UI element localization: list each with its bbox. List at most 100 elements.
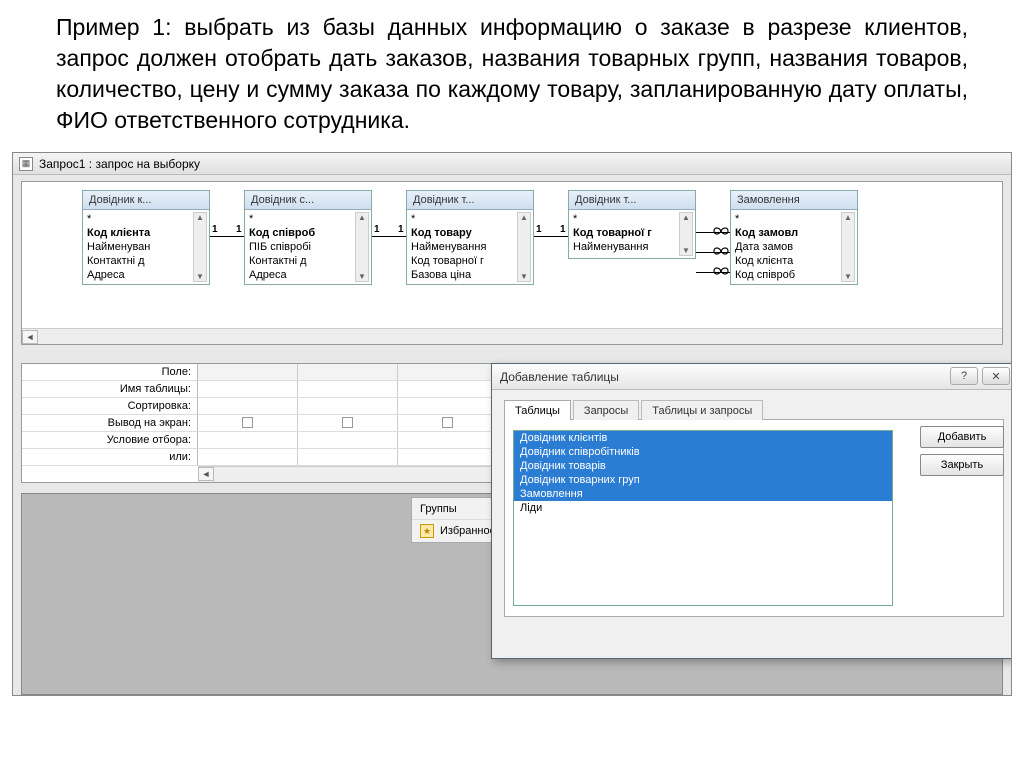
field[interactable]: Дата замов — [735, 240, 855, 254]
table-box-product-groups[interactable]: Довідник т... * Код товарної г Найменува… — [568, 190, 696, 259]
grid-label-field: Поле: — [22, 364, 198, 381]
list-item[interactable]: Довідник товарних груп — [514, 473, 892, 487]
grid-cell[interactable] — [198, 449, 298, 465]
query-icon: ▦ — [19, 157, 33, 171]
field[interactable]: Найменування — [411, 240, 531, 254]
grid-cell[interactable] — [298, 364, 398, 380]
grid-cell[interactable] — [198, 381, 298, 397]
field-star[interactable]: * — [573, 212, 693, 226]
field-pk[interactable]: Код співроб — [249, 226, 369, 240]
scroll-left-icon[interactable]: ◄ — [198, 467, 214, 481]
checkbox[interactable] — [242, 417, 253, 428]
grid-cell[interactable] — [398, 381, 498, 397]
list-item[interactable]: Довідник товарів — [514, 459, 892, 473]
horizontal-scrollbar[interactable]: ◄ — [22, 328, 1002, 344]
list-item[interactable]: Ліди — [514, 501, 892, 515]
list-item[interactable]: Замовлення — [514, 487, 892, 501]
close-dialog-button[interactable]: Закрыть — [920, 454, 1004, 476]
grid-cell[interactable] — [398, 398, 498, 414]
grid-cell-show[interactable] — [198, 415, 298, 431]
table-title: Довідник с... — [245, 191, 371, 210]
field-star[interactable]: * — [735, 212, 855, 226]
grid-cell[interactable] — [298, 432, 398, 448]
field-pk[interactable]: Код замовл — [735, 226, 855, 240]
field[interactable]: Найменуван — [87, 240, 207, 254]
star-icon: ★ — [420, 524, 434, 538]
field[interactable]: Базова ціна — [411, 268, 531, 282]
grid-cell[interactable] — [298, 381, 398, 397]
query-designer-window: ▦ Запрос1 : запрос на выборку Довідник к… — [12, 152, 1012, 696]
field[interactable]: Код товарної г — [411, 254, 531, 268]
relation-1: 1 — [236, 224, 242, 235]
field-star[interactable]: * — [411, 212, 531, 226]
tab-queries[interactable]: Запросы — [573, 400, 639, 420]
tables-listbox[interactable]: Довідник клієнтів Довідник співробітникі… — [513, 430, 893, 606]
grid-cell-show[interactable] — [298, 415, 398, 431]
relation-1: 1 — [398, 224, 404, 235]
field[interactable]: ПІБ співробі — [249, 240, 369, 254]
field[interactable]: Контактні д — [87, 254, 207, 268]
checkbox[interactable] — [442, 417, 453, 428]
tab-both[interactable]: Таблицы и запросы — [641, 400, 763, 420]
relation-line — [534, 236, 568, 237]
grid-cell[interactable] — [198, 432, 298, 448]
add-button[interactable]: Добавить — [920, 426, 1004, 448]
scroll-left-icon[interactable]: ◄ — [22, 330, 38, 344]
table-title: Довідник т... — [407, 191, 533, 210]
list-item[interactable]: Довідник клієнтів — [514, 431, 892, 445]
dialog-title: Добавление таблицы — [500, 370, 619, 384]
field[interactable]: Код клієнта — [735, 254, 855, 268]
grid-cell[interactable] — [298, 398, 398, 414]
table-title: Довідник к... — [83, 191, 209, 210]
table-title: Довідник т... — [569, 191, 695, 210]
table-title: Замовлення — [731, 191, 857, 210]
grid-cell[interactable] — [198, 398, 298, 414]
add-table-dialog: Добавление таблицы ? ✕ Таблицы Запросы Т… — [491, 363, 1012, 659]
list-item[interactable]: Довідник співробітників — [514, 445, 892, 459]
infinity-icon — [712, 246, 730, 256]
scrollbar[interactable] — [355, 212, 369, 282]
relations-canvas[interactable]: Довідник к... * Код клієнта Найменуван К… — [22, 182, 962, 322]
field-star[interactable]: * — [249, 212, 369, 226]
relation-1: 1 — [536, 224, 542, 235]
field-pk[interactable]: Код товарної г — [573, 226, 693, 240]
relations-pane[interactable]: Довідник к... * Код клієнта Найменуван К… — [21, 181, 1003, 345]
field-star[interactable]: * — [87, 212, 207, 226]
relation-line — [210, 236, 244, 237]
field[interactable]: Контактні д — [249, 254, 369, 268]
tab-tables[interactable]: Таблицы — [504, 400, 571, 420]
table-box-employees[interactable]: Довідник с... * Код співроб ПІБ співробі… — [244, 190, 372, 285]
grid-cell[interactable] — [398, 432, 498, 448]
grid-row-labels: Поле: Имя таблицы: Сортировка: Вывод на … — [22, 364, 198, 482]
help-button[interactable]: ? — [950, 367, 978, 385]
table-box-products[interactable]: Довідник т... * Код товару Найменування … — [406, 190, 534, 285]
grid-cell[interactable] — [298, 449, 398, 465]
window-title-text: Запрос1 : запрос на выборку — [39, 157, 200, 171]
scrollbar[interactable] — [517, 212, 531, 282]
infinity-icon — [712, 226, 730, 236]
favorites-label: Избранное — [440, 525, 496, 537]
grid-cell[interactable] — [398, 449, 498, 465]
scrollbar[interactable] — [841, 212, 855, 282]
table-box-orders[interactable]: Замовлення * Код замовл Дата замов Код к… — [730, 190, 858, 285]
field[interactable]: Найменування — [573, 240, 693, 254]
grid-cell[interactable] — [198, 364, 298, 380]
relation-1: 1 — [374, 224, 380, 235]
scrollbar[interactable] — [679, 212, 693, 256]
infinity-icon — [712, 266, 730, 276]
grid-label-criteria: Условие отбора: — [22, 432, 198, 449]
field[interactable]: Адреса — [87, 268, 207, 282]
table-box-clients[interactable]: Довідник к... * Код клієнта Найменуван К… — [82, 190, 210, 285]
scrollbar[interactable] — [193, 212, 207, 282]
field[interactable]: Адреса — [249, 268, 369, 282]
grid-cell-show[interactable] — [398, 415, 498, 431]
field-pk[interactable]: Код клієнта — [87, 226, 207, 240]
grid-cell[interactable] — [398, 364, 498, 380]
field[interactable]: Код співроб — [735, 268, 855, 282]
field-pk[interactable]: Код товару — [411, 226, 531, 240]
problem-statement: Пример 1: выбрать из базы данных информа… — [0, 0, 1024, 148]
dialog-titlebar[interactable]: Добавление таблицы ? ✕ — [492, 364, 1012, 390]
checkbox[interactable] — [342, 417, 353, 428]
close-button[interactable]: ✕ — [982, 367, 1010, 385]
grid-label-or: или: — [22, 449, 198, 466]
